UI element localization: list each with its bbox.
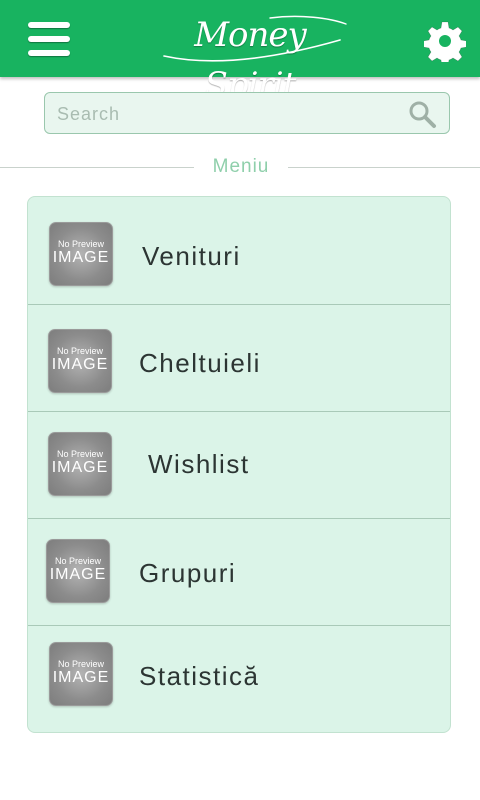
no-preview-image-icon: No Preview IMAGE: [49, 222, 113, 286]
no-preview-image-icon: No Preview IMAGE: [49, 642, 113, 706]
menu-item-venituri[interactable]: No Preview IMAGE Venituri: [28, 197, 450, 304]
thumb-caption: IMAGE: [52, 669, 110, 686]
menu-item-label: Venituri: [142, 241, 241, 271]
section-divider-left: [0, 167, 194, 168]
menu-list: No Preview IMAGE Venituri No Preview IMA…: [27, 196, 451, 733]
thumb-caption: No Preview: [57, 239, 104, 249]
gear-icon[interactable]: [424, 20, 466, 62]
no-preview-image-icon: No Preview IMAGE: [48, 329, 112, 393]
thumb-caption: No Preview: [56, 449, 103, 459]
menu-item-wishlist[interactable]: No Preview IMAGE Wishlist: [28, 411, 450, 518]
menu-item-label: Grupuri: [139, 558, 237, 588]
menu-item-label: Wishlist: [148, 449, 250, 479]
section-title: Meniu: [212, 156, 270, 177]
thumb-caption: IMAGE: [52, 249, 110, 266]
search-bar: [44, 92, 450, 134]
thumb-caption: No Preview: [56, 346, 103, 356]
app-logo: Money Spirit: [194, 15, 307, 105]
search-input[interactable]: [57, 99, 397, 129]
menu-item-label: Statistică: [139, 661, 260, 691]
section-divider-right: [288, 167, 480, 168]
menu-item-label: Cheltuieli: [139, 348, 261, 378]
thumb-caption: IMAGE: [51, 459, 109, 476]
no-preview-image-icon: No Preview IMAGE: [48, 432, 112, 496]
menu-item-statistica[interactable]: No Preview IMAGE Statistică: [28, 625, 450, 732]
thumb-caption: IMAGE: [49, 566, 107, 583]
hamburger-menu-icon[interactable]: [28, 20, 72, 58]
menu-item-cheltuieli[interactable]: No Preview IMAGE Cheltuieli: [28, 304, 450, 411]
thumb-caption: IMAGE: [51, 356, 109, 373]
thumb-caption: No Preview: [54, 556, 101, 566]
thumb-caption: No Preview: [57, 659, 104, 669]
app-header: Money Spirit: [0, 0, 480, 105]
menu-item-grupuri[interactable]: No Preview IMAGE Grupuri: [28, 518, 450, 625]
no-preview-image-icon: No Preview IMAGE: [46, 539, 110, 603]
search-icon[interactable]: [407, 99, 437, 129]
